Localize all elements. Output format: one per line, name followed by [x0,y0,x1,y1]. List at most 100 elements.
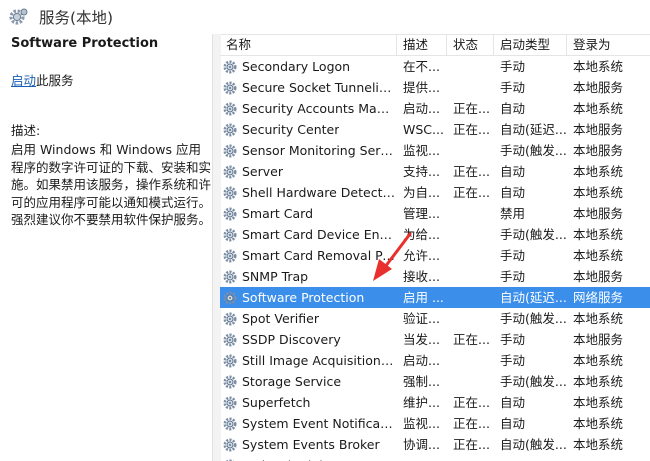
service-name: Security Center [242,122,340,137]
table-row[interactable]: SSDP Discovery 当发... 正在... 手动 本地服务 [220,329,650,350]
column-header-startup-type[interactable]: 启动类型 [494,34,567,55]
service-gear-icon [223,417,237,430]
service-gear-icon [223,144,237,157]
service-startup-type: 手动 [500,353,526,368]
service-description: 提供... [403,80,440,95]
table-row[interactable]: Server 支持... 正在... 自动 本地系统 [220,161,650,182]
description-pane: Software Protection 启动此服务 描述: 启用 Windows… [0,34,212,461]
service-gear-icon [223,291,237,304]
table-row[interactable]: SNMP Trap 接收... 手动 本地服务 [220,266,650,287]
service-log-on-as: 本地系统 [573,311,624,326]
service-name-cell: Security Accounts Manag... [220,98,397,119]
service-log-on-as: 本地系统 [573,248,624,263]
service-status [447,224,494,245]
service-gear-icon [223,207,237,220]
service-status: 正在... [453,101,490,116]
table-row[interactable]: Security Center WSC... 正在... 自动(延迟... 本地服务 [220,119,650,140]
service-status: 正在... [453,164,490,179]
service-status [447,266,494,287]
service-name: Still Image Acquisition Ev... [242,353,397,368]
table-row[interactable]: Spot Verifier 验证... 手动(触发... 本地系统 [220,308,650,329]
service-status [447,308,494,329]
service-log-on-as: 本地系统 [573,353,624,368]
start-service-link[interactable]: 启动 [11,73,36,88]
service-status [447,371,494,392]
service-status [447,245,494,266]
service-log-on-as: 本地服务 [573,80,624,95]
service-log-on-as: 网络服务 [567,287,650,308]
service-status [447,56,494,77]
service-log-on-as: 本地服务 [573,122,624,137]
column-header-name[interactable]: 名称 [220,34,397,55]
table-row[interactable]: System Event Notification... 监视... 正在... 自动… [220,413,650,434]
table-row[interactable]: Secondary Logon 在不... 手动 本地系统 [220,56,650,77]
service-status [447,77,494,98]
service-name: Spot Verifier [242,311,319,326]
service-log-on-as: 本地系统 [573,185,624,200]
table-row[interactable]: Smart Card Removal Poli... 允许... 手动 本地系统 [220,245,650,266]
service-name: System Event Notification... [242,416,397,431]
service-gear-icon [223,228,237,241]
table-row[interactable]: Secure Socket Tunneling ... 提供... 手动 本地服务 [220,77,650,98]
table-row[interactable]: Smart Card Device Enum... 为给... 手动(触发... 本地… [220,224,650,245]
service-gear-icon [223,333,237,346]
service-log-on-as: 本地系统 [573,395,624,410]
service-status: 正在... [453,416,490,431]
table-row[interactable]: Shell Hardware Detection 为自... 正在... 自动 本地系统 [220,182,650,203]
table-row[interactable]: Task Scheduler [220,455,650,461]
service-name-cell: Task Scheduler [220,455,397,461]
service-name: Secure Socket Tunneling ... [242,80,397,95]
service-gear-icon [223,396,237,409]
column-header-log-on-as[interactable]: 登录为 [567,34,650,55]
table-row[interactable]: System Events Broker 协调... 正在... 自动(触发... 本地… [220,434,650,455]
service-name-cell: Still Image Acquisition Ev... [220,350,397,371]
service-startup-type: 手动(触发... [500,311,567,326]
service-description: 监视... [403,143,440,158]
service-startup-type: 自动(延迟... [500,122,567,137]
service-startup-type: 自动 [500,164,526,179]
service-name-cell: Smart Card Device Enum... [220,224,397,245]
service-name: Storage Service [242,374,342,389]
service-startup-type: 手动(触发... [500,143,567,158]
service-name-cell: System Events Broker [220,434,397,455]
selected-service-title: Software Protection [11,36,159,51]
start-service-suffix: 此服务 [36,73,74,88]
service-startup-type: 自动 [500,416,526,431]
description-text: 启用 Windows 和 Windows 应用程序的数字许可证的下载、安装和实施… [11,142,212,227]
table-row[interactable]: Still Image Acquisition Ev... 启动... 手动 本地系统 [220,350,650,371]
service-status: 正在... [453,437,490,452]
service-description: 验证... [403,311,440,326]
service-startup-type: 自动 [500,395,526,410]
service-startup-type: 手动 [500,269,526,284]
table-row[interactable]: Storage Service 强制... 手动(触发... 本地系统 [220,371,650,392]
table-row[interactable]: Smart Card 管理... 禁用 本地服务 [220,203,650,224]
column-header-status[interactable]: 状态 [447,34,494,55]
service-name-cell: Spot Verifier [220,308,397,329]
service-status: 正在... [453,185,490,200]
table-row[interactable]: Superfetch 维护... 正在... 自动 本地系统 [220,392,650,413]
service-startup-type: 自动 [500,185,526,200]
service-name-cell: SSDP Discovery [220,329,397,350]
service-gear-icon [223,123,237,136]
service-status: 正在... [453,395,490,410]
service-description: 为给... [403,227,440,242]
table-row[interactable]: Sensor Monitoring Service 监视... 手动(触发... 本地… [220,140,650,161]
service-log-on-as: 本地系统 [573,437,624,452]
service-name: Secondary Logon [242,59,351,74]
service-description: 强制... [403,374,440,389]
table-row[interactable]: Software Protection 启用 ... 自动(延迟... 网络服务 [220,287,650,308]
service-name: Shell Hardware Detection [242,185,397,200]
column-header-description[interactable]: 描述 [397,34,447,55]
title-bar: 服务(本地) [0,0,650,35]
table-row[interactable]: Security Accounts Manag... 启动... 正在... 自动 本地… [220,98,650,119]
service-log-on-as: 本地系统 [573,59,624,74]
service-name: Smart Card Removal Poli... [242,248,397,263]
services-list: 名称 描述 状态 启动类型 登录为 Secondary Logon 在不... 手动… [220,34,650,461]
service-gear-icon [223,102,237,115]
service-name: SSDP Discovery [242,332,341,347]
service-gear-icon [223,249,237,262]
service-status [447,350,494,371]
service-name: Sensor Monitoring Service [242,143,397,158]
service-gear-icon [223,165,237,178]
service-description: 监视... [403,416,440,431]
